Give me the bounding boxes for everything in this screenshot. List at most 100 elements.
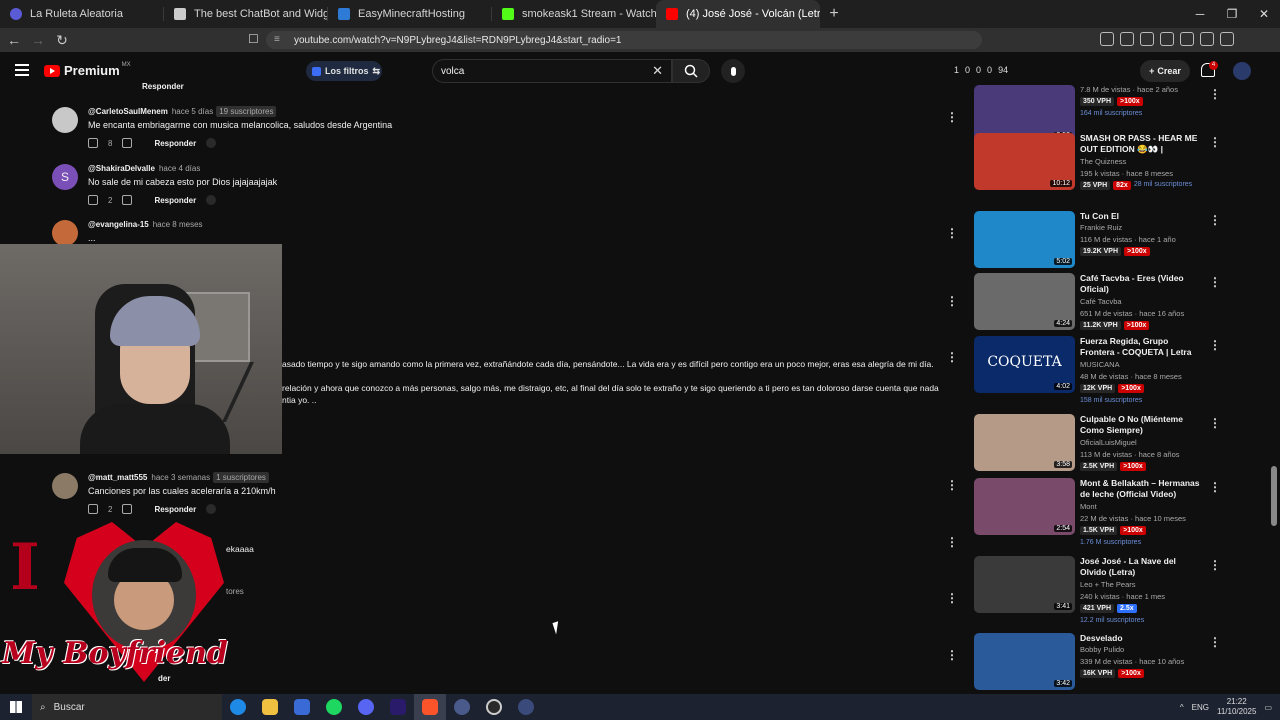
discord-icon[interactable] [350, 694, 382, 720]
new-tab-button[interactable]: + [820, 0, 848, 28]
like-icon[interactable] [88, 504, 98, 514]
language-indicator[interactable]: ENG [1192, 703, 1209, 712]
comment-menu-icon[interactable]: ⋮ [946, 226, 958, 240]
tab-youtube-active[interactable]: (4) José José - Volcán (Letra / ✕ [656, 0, 820, 28]
filters-button[interactable]: Los filtros ⇆ [306, 61, 382, 81]
start-button[interactable] [0, 694, 32, 720]
comment-menu-icon[interactable]: ⋮ [946, 591, 958, 605]
video-menu-icon[interactable]: ⋮ [1209, 635, 1221, 649]
url-field[interactable]: ≡ youtube.com/watch?v=N9PLybregJ4&list=R… [266, 31, 982, 49]
comment-menu-icon[interactable]: ⋮ [946, 294, 958, 308]
tab-kick-stream[interactable]: smokeask1 Stream - Watch Live on Ki [492, 0, 656, 28]
video-menu-icon[interactable]: ⋮ [1209, 416, 1221, 430]
clock[interactable]: 21:22 11/10/2025 [1217, 697, 1256, 717]
tab-easyminecraft[interactable]: EasyMinecraftHosting [328, 0, 492, 28]
sidebar-video-item[interactable]: 3:58 Culpable O No (Miénteme Como Siempre… [974, 414, 1214, 472]
voice-search-button[interactable] [721, 59, 745, 83]
dislike-icon[interactable] [122, 504, 133, 514]
dislike-icon[interactable] [122, 138, 133, 148]
video-menu-icon[interactable]: ⋮ [1209, 338, 1221, 352]
video-thumbnail[interactable]: 3:58 [974, 414, 1075, 471]
youtube-premium-logo[interactable]: Premium MX [44, 62, 131, 78]
edge-app-icon[interactable] [222, 694, 254, 720]
video-menu-icon[interactable]: ⋮ [1209, 213, 1221, 227]
video-thumbnail[interactable]: 10:12 [974, 133, 1075, 190]
video-title[interactable]: Culpable O No (Miénteme Como Siempre) [1080, 414, 1204, 436]
channel-name[interactable]: OficialLuisMiguel [1080, 438, 1137, 447]
premiere-icon[interactable] [382, 694, 414, 720]
channel-name[interactable]: Café Tacvba [1080, 297, 1122, 306]
chevron-up-icon[interactable]: ^ [1180, 703, 1184, 712]
avatar[interactable] [52, 107, 78, 133]
notification-center-icon[interactable]: ▭ [1264, 703, 1272, 712]
reload-icon[interactable]: ↻ [52, 30, 72, 50]
sidebar-video-item[interactable]: COQUETA 4:02 Fuerza Regida, Grupo Frontera… [974, 336, 1214, 404]
sidebar-video-item[interactable]: 3:41 José José - La Nave del Olvido (Letr… [974, 556, 1214, 624]
app-icon-2[interactable] [510, 694, 542, 720]
avatar[interactable]: S [52, 164, 78, 190]
sidebar-video-item[interactable]: 3:42 Desvelado Bobby Pulido 339 M de vistas… [974, 633, 1214, 691]
video-title[interactable]: Mont & Bellakath – Hermanas de leche (Of… [1080, 478, 1204, 500]
site-info-icon[interactable]: ≡ [274, 34, 286, 46]
video-thumbnail[interactable]: 5:02 [974, 211, 1075, 268]
media-icon[interactable] [1120, 32, 1134, 46]
sidebar-icon[interactable] [1140, 32, 1154, 46]
bookmark-icon[interactable]: ☐ [248, 32, 259, 46]
comment-author[interactable]: @ShakiraDelvalle [88, 164, 155, 173]
like-icon[interactable] [88, 195, 98, 205]
channel-name[interactable]: Bobby Pulido [1080, 645, 1124, 654]
video-title[interactable]: José José - La Nave del Olvido (Letra) [1080, 556, 1204, 578]
leo-icon[interactable] [1180, 32, 1194, 46]
restore-icon[interactable]: ❐ [1216, 0, 1248, 28]
video-title[interactable]: Desvelado [1080, 633, 1204, 644]
channel-name[interactable]: The Quizness [1080, 157, 1126, 166]
comment-menu-icon[interactable]: ⋮ [946, 110, 958, 124]
spotify-icon[interactable] [318, 694, 350, 720]
reply-button[interactable]: Responder [154, 196, 196, 205]
channel-name[interactable]: Mont [1080, 502, 1097, 511]
comment-menu-icon[interactable]: ⋮ [946, 648, 958, 662]
comment-menu-icon[interactable]: ⋮ [946, 350, 958, 364]
channel-name[interactable]: MUSICANA [1080, 360, 1120, 369]
store-icon[interactable] [286, 694, 318, 720]
sidebar-video-item[interactable]: 5:02 Tu Con El Frankie Ruiz 116 M de vistas… [974, 211, 1214, 269]
video-menu-icon[interactable]: ⋮ [1209, 87, 1221, 101]
channel-name[interactable]: Leo + The Pears [1080, 580, 1136, 589]
comment-time[interactable]: hace 3 semanas [151, 473, 210, 482]
brave-icon[interactable] [414, 694, 446, 720]
reply-button[interactable]: Responder [154, 139, 196, 148]
app-icon[interactable] [446, 694, 478, 720]
video-thumbnail[interactable]: 3:41 [974, 556, 1075, 613]
like-icon[interactable] [88, 138, 98, 148]
comment-menu-icon[interactable]: ⋮ [946, 478, 958, 492]
browser-menu-icon[interactable] [1220, 32, 1234, 46]
video-menu-icon[interactable]: ⋮ [1209, 480, 1221, 494]
comment-time[interactable]: hace 8 meses [153, 220, 203, 229]
video-title[interactable]: Café Tacvba - Eres (Video Oficial) [1080, 273, 1204, 295]
tab-chatbot[interactable]: The best ChatBot and Widgets for Ki [164, 0, 328, 28]
back-icon[interactable]: ← [4, 30, 24, 50]
channel-name[interactable]: Frankie Ruiz [1080, 223, 1122, 232]
file-explorer-icon[interactable] [254, 694, 286, 720]
scrollbar-thumb[interactable] [1271, 466, 1277, 526]
sidebar-video-item[interactable]: 4:24 Café Tacvba - Eres (Video Oficial) Ca… [974, 273, 1214, 331]
reply-button[interactable]: Responder [142, 82, 184, 91]
hamburger-menu-icon[interactable] [15, 64, 29, 76]
video-thumbnail[interactable]: 4:24 [974, 273, 1075, 330]
comment-time[interactable]: hace 4 días [159, 164, 200, 173]
video-title[interactable]: Fuerza Regida, Grupo Frontera - COQUETA … [1080, 336, 1204, 358]
video-title[interactable]: SMASH OR PASS - HEAR ME OUT EDITION 😂👀 |… [1080, 133, 1204, 157]
reply-button[interactable]: Responder [154, 505, 196, 514]
comment-menu-icon[interactable]: ⋮ [946, 535, 958, 549]
video-title[interactable]: Tu Con El [1080, 211, 1204, 222]
clear-search-icon[interactable]: ✕ [652, 63, 663, 79]
video-menu-icon[interactable]: ⋮ [1209, 275, 1221, 289]
taskbar-search[interactable]: ⌕ Buscar [32, 694, 222, 720]
video-thumbnail[interactable]: COQUETA 4:02 [974, 336, 1075, 393]
tab-la-ruleta[interactable]: La Ruleta Aleatoria [0, 0, 164, 28]
create-button[interactable]: + Crear [1140, 60, 1190, 82]
video-menu-icon[interactable]: ⋮ [1209, 135, 1221, 149]
search-button[interactable] [672, 59, 710, 83]
page-scrollbar[interactable] [1270, 90, 1278, 694]
comment-time[interactable]: hace 5 días [172, 107, 213, 116]
